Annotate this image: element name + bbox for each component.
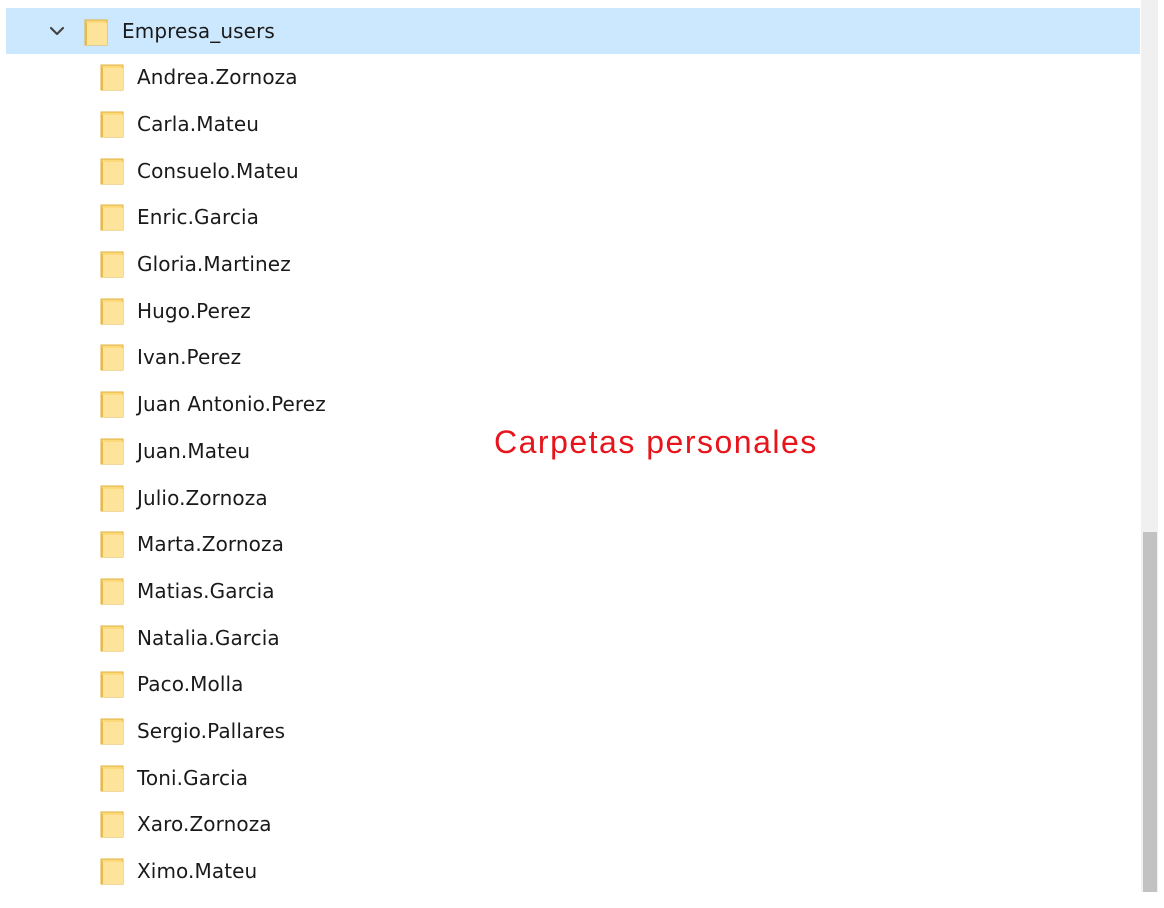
tree-item-andrea-zornoza[interactable]: Andrea.Zornoza bbox=[6, 54, 1140, 101]
tree-item-ivan-perez[interactable]: Ivan.Perez bbox=[6, 334, 1140, 381]
tree-item-paco-molla[interactable]: Paco.Molla bbox=[6, 661, 1140, 708]
tree-item-label: Hugo.Perez bbox=[137, 298, 251, 323]
tree-item-label: Juan.Mateu bbox=[137, 438, 251, 463]
tree-item-label: Julio.Zornoza bbox=[137, 485, 268, 510]
tree-item-label: Matias.Garcia bbox=[137, 578, 275, 603]
tree-item-consuelo-mateu[interactable]: Consuelo.Mateu bbox=[6, 147, 1140, 194]
tree-item-hugo-perez[interactable]: Hugo.Perez bbox=[6, 287, 1140, 334]
folder-icon bbox=[100, 62, 124, 92]
folder-icon bbox=[100, 669, 124, 699]
tree-item-label: Paco.Molla bbox=[137, 672, 244, 697]
tree-item-carla-mateu[interactable]: Carla.Mateu bbox=[6, 101, 1140, 148]
folder-icon bbox=[100, 156, 124, 186]
tree-item-label: Ivan.Perez bbox=[137, 345, 242, 370]
tree-item-label: Ximo.Mateu bbox=[137, 859, 258, 884]
file-explorer-tree-view: Empresa_users Andrea.Zornoza Carla.Mateu C… bbox=[0, 0, 1164, 908]
folder-icon bbox=[100, 389, 124, 419]
folder-icon bbox=[100, 342, 124, 372]
tree-item-sergio-pallares[interactable]: Sergio.Pallares bbox=[6, 708, 1140, 755]
tree-item-natalia-garcia[interactable]: Natalia.Garcia bbox=[6, 614, 1140, 661]
folder-icon bbox=[84, 17, 108, 47]
tree-item-ximo-mateu[interactable]: Ximo.Mateu bbox=[6, 848, 1140, 895]
tree-item-label: Enric.Garcia bbox=[137, 205, 259, 230]
tree-item-label: Consuelo.Mateu bbox=[137, 158, 299, 183]
folder-icon bbox=[100, 576, 124, 606]
tree-item-label: Sergio.Pallares bbox=[137, 718, 286, 743]
tree-item-juan-antonio-perez[interactable]: Juan Antonio.Perez bbox=[6, 381, 1140, 428]
folder-icon bbox=[100, 716, 124, 746]
tree-item-label: Gloria.Martinez bbox=[137, 252, 291, 277]
folder-icon bbox=[100, 809, 124, 839]
tree-item-label: Andrea.Zornoza bbox=[137, 65, 298, 90]
chevron-down-icon[interactable] bbox=[46, 20, 68, 42]
tree-item-julio-zornoza[interactable]: Julio.Zornoza bbox=[6, 474, 1140, 521]
folder-icon bbox=[100, 856, 124, 886]
scrollbar-thumb[interactable] bbox=[1143, 532, 1157, 892]
folder-icon bbox=[100, 296, 124, 326]
tree-item-label: Marta.Zornoza bbox=[137, 532, 284, 557]
tree-item-label: Natalia.Garcia bbox=[137, 625, 280, 650]
folder-icon bbox=[100, 763, 124, 793]
tree-item-xaro-zornoza[interactable]: Xaro.Zornoza bbox=[6, 801, 1140, 848]
tree-item-label: Juan Antonio.Perez bbox=[137, 392, 326, 417]
folder-icon bbox=[100, 202, 124, 232]
tree-item-matias-garcia[interactable]: Matias.Garcia bbox=[6, 568, 1140, 615]
tree-item-empresa-users[interactable]: Empresa_users bbox=[6, 8, 1140, 54]
tree-item-marta-zornoza[interactable]: Marta.Zornoza bbox=[6, 521, 1140, 568]
tree-item-enric-garcia[interactable]: Enric.Garcia bbox=[6, 194, 1140, 241]
tree-item-label: Empresa_users bbox=[122, 19, 275, 43]
annotation-text: Carpetas personales bbox=[494, 424, 818, 460]
folder-icon bbox=[100, 436, 124, 466]
folder-icon bbox=[100, 529, 124, 559]
tree-item-label: Toni.Garcia bbox=[137, 765, 249, 790]
tree-item-label: Xaro.Zornoza bbox=[137, 812, 272, 837]
tree-item-toni-garcia[interactable]: Toni.Garcia bbox=[6, 754, 1140, 801]
folder-icon bbox=[100, 483, 124, 513]
folder-icon bbox=[100, 109, 124, 139]
tree-item-gloria-martinez[interactable]: Gloria.Martinez bbox=[6, 241, 1140, 288]
folder-icon bbox=[100, 249, 124, 279]
folder-icon bbox=[100, 623, 124, 653]
tree-item-label: Carla.Mateu bbox=[137, 112, 260, 137]
